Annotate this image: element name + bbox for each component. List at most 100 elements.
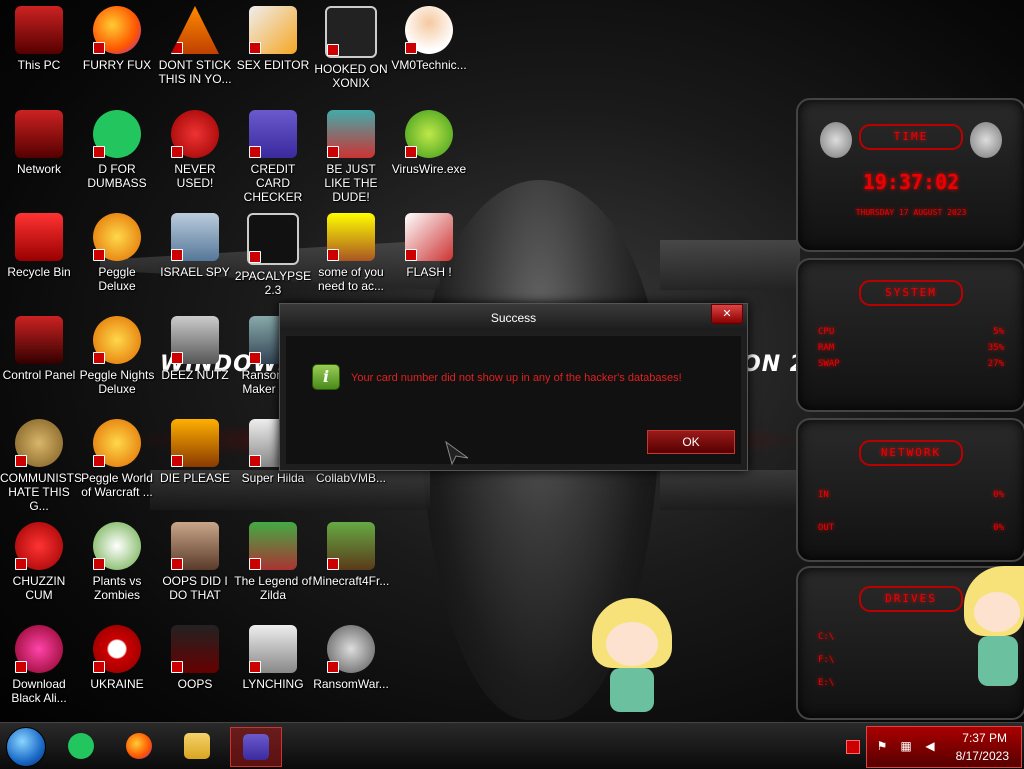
shortcut-arrow-icon <box>405 249 417 261</box>
desktop-icon[interactable]: some of you need to ac... <box>312 213 390 293</box>
gadget-title: DRIVES <box>859 586 963 612</box>
desktop-icon[interactable]: COMMUNISTS HATE THIS G... <box>0 419 82 513</box>
volume-icon[interactable]: ◀ <box>923 739 937 753</box>
desktop-icon[interactable]: VirusWire.exe <box>390 110 468 176</box>
shortcut-arrow-icon <box>15 558 27 570</box>
flag-icon[interactable]: ⚑ <box>875 739 889 753</box>
gadget-title: SYSTEM <box>859 280 963 306</box>
star-butterfly-sticker <box>584 598 680 720</box>
desktop-icon[interactable]: OOPS DID I DO THAT <box>156 522 234 602</box>
firefox-icon <box>126 733 152 759</box>
taskbar-app-spotify[interactable] <box>58 727 102 765</box>
mouse-cursor-icon <box>445 440 469 466</box>
desktop-icon[interactable]: Plants vs Zombies <box>78 522 156 602</box>
shortcut-arrow-icon <box>249 146 261 158</box>
success-dialog[interactable]: Success ✕ i Your card number did not sho… <box>279 303 748 471</box>
spotify-icon <box>68 733 94 759</box>
taskbar-app-credit-card-checker[interactable] <box>230 727 282 767</box>
app-icon <box>171 625 219 673</box>
desktop-icon[interactable]: UKRAINE <box>78 625 156 691</box>
gadget-clock: 19:37:02 <box>862 170 960 194</box>
shortcut-arrow-icon <box>171 661 183 673</box>
dialog-titlebar[interactable]: Success ✕ <box>280 304 747 330</box>
desktop-icon-label: some of you need to ac... <box>317 265 385 293</box>
desktop-icon[interactable]: SEX EDITOR <box>234 6 312 72</box>
shortcut-arrow-icon <box>171 455 183 467</box>
desktop-icon[interactable]: HOOKED ON XONIX <box>312 6 390 90</box>
desktop-icon[interactable]: LYNCHING <box>234 625 312 691</box>
ok-button[interactable]: OK <box>647 430 735 454</box>
desktop-icon[interactable]: Peggle Deluxe <box>78 213 156 293</box>
desktop-icon[interactable]: CREDIT CARD CHECKER <box>234 110 312 204</box>
desktop-icon[interactable]: BE JUST LIKE THE DUDE! <box>312 110 390 204</box>
taskbar-app-firefox[interactable] <box>116 727 160 765</box>
shortcut-arrow-icon <box>327 44 339 56</box>
desktop-icon[interactable]: Minecraft4Fr... <box>312 522 390 588</box>
start-button[interactable] <box>6 727 46 767</box>
wallpaper-bar <box>660 240 800 290</box>
system-row-cpu: CPU 5% <box>818 327 1004 337</box>
system-row-swap: SWAP 27% <box>818 359 1004 369</box>
network-icon[interactable]: ▦ <box>899 739 913 753</box>
desktop-icon-label: DEEZ NUTZ <box>161 368 229 382</box>
shortcut-arrow-icon <box>405 42 417 54</box>
dialog-body: i Your card number did not show up in an… <box>286 336 741 464</box>
info-icon: i <box>312 364 340 390</box>
desktop-icon[interactable]: DIE PLEASE <box>156 419 234 485</box>
taskbar-clock-date[interactable]: 8/17/2023 <box>956 749 1009 763</box>
desktop-icon[interactable]: Peggle World of Warcraft ... <box>78 419 156 499</box>
time-gadget[interactable]: TIME 19:37:02 THURSDAY 17 AUGUST 2023 <box>796 98 1024 252</box>
network-gadget[interactable]: NETWORK IN 0% OUT 0% <box>796 418 1024 562</box>
desktop-icon[interactable]: 2PACALYPSE 2.3 <box>234 213 312 297</box>
desktop-icon[interactable]: CHUZZIN CUM <box>0 522 78 602</box>
desktop-icon[interactable]: Recycle Bin <box>0 213 78 279</box>
desktop-icon[interactable]: OOPS <box>156 625 234 691</box>
star-butterfly-sticker <box>964 566 1024 696</box>
system-gadget[interactable]: SYSTEM CPU 5% RAM 35% SWAP 27% <box>796 258 1024 412</box>
taskbar-app-explorer[interactable] <box>174 727 218 765</box>
desktop-icon[interactable]: NEVER USED! <box>156 110 234 190</box>
shortcut-arrow-icon <box>171 352 183 364</box>
shortcut-arrow-icon <box>171 558 183 570</box>
app-icon <box>171 522 219 570</box>
shortcut-arrow-icon <box>327 146 339 158</box>
desktop-icon[interactable]: Network <box>0 110 78 176</box>
desktop-icon-label: COMMUNISTS HATE THIS G... <box>0 471 82 513</box>
desktop-icon-label: VirusWire.exe <box>391 162 467 176</box>
desktop-icon-label: D FOR DUMBASS <box>87 162 147 190</box>
dialog-close-button[interactable]: ✕ <box>711 304 743 324</box>
taskbar-clock-time[interactable]: 7:37 PM <box>962 731 1007 745</box>
app-icon <box>93 316 141 364</box>
desktop-icon[interactable]: This PC <box>0 6 78 72</box>
desktop-icon[interactable]: ISRAEL SPY <box>156 213 234 279</box>
desktop-icon[interactable]: DEEZ NUTZ <box>156 316 234 382</box>
desktop-icon[interactable]: RansomWar... <box>312 625 390 691</box>
app-icon <box>247 213 299 265</box>
desktop-icon-label: DIE PLEASE <box>159 471 231 485</box>
desktop-icon-label: DONT STICK THIS IN YO... <box>158 58 232 86</box>
desktop-icon-label: LYNCHING <box>242 677 304 691</box>
app-icon <box>327 213 375 261</box>
desktop-icon[interactable]: The Legend of Zilda <box>234 522 312 602</box>
desktop-icon[interactable]: Peggle Nights Deluxe <box>78 316 156 396</box>
desktop-icon[interactable]: FURRY FUX <box>78 6 156 72</box>
desktop-icon-label: SEX EDITOR <box>236 58 310 72</box>
shortcut-arrow-icon <box>171 146 183 158</box>
desktop-icon-label: VM0Technic... <box>391 58 467 72</box>
wallpaper-bar <box>660 470 800 510</box>
shortcut-arrow-icon <box>171 249 183 261</box>
app-icon <box>93 213 141 261</box>
desktop-icon-label: Download Black Ali... <box>11 677 67 705</box>
desktop-icon[interactable]: D FOR DUMBASS <box>78 110 156 190</box>
gadget-title: NETWORK <box>859 440 963 466</box>
dialog-title: Success <box>490 311 537 325</box>
notification-flag-icon[interactable] <box>846 740 860 754</box>
desktop-icon-label: Peggle Deluxe <box>98 265 136 293</box>
desktop-icon[interactable]: VM0Technic... <box>390 6 468 72</box>
desktop-icon[interactable]: FLASH ! <box>390 213 468 279</box>
desktop-icon[interactable]: DONT STICK THIS IN YO... <box>156 6 234 86</box>
desktop-icon[interactable]: Control Panel <box>0 316 78 382</box>
desktop-icon[interactable]: Download Black Ali... <box>0 625 78 705</box>
app-icon <box>171 110 219 158</box>
shortcut-arrow-icon <box>93 42 105 54</box>
